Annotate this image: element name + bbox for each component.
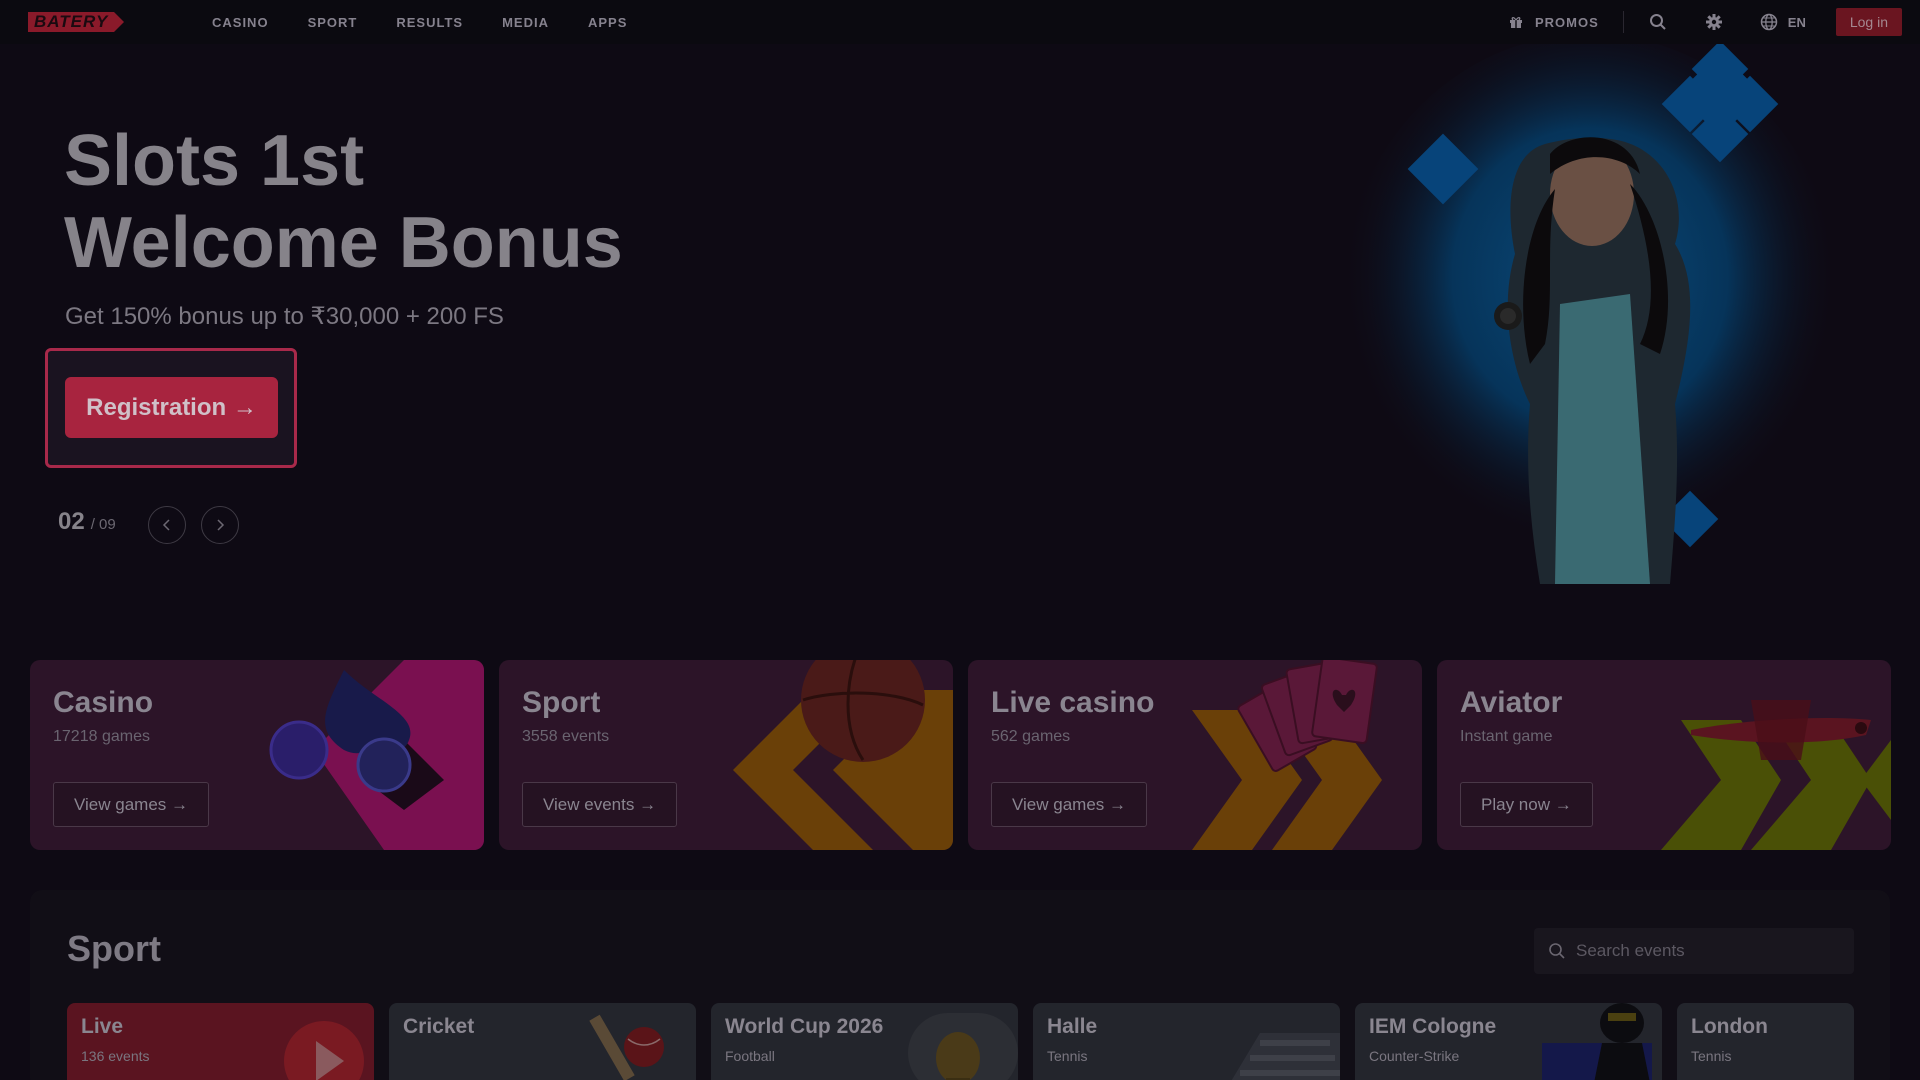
nav-sport[interactable]: SPORT: [308, 15, 358, 30]
hero-title: Slots 1st Welcome Bonus: [64, 120, 623, 284]
category-subtitle: 562 games: [991, 728, 1071, 745]
sport-card-cricket[interactable]: Cricket: [389, 1003, 696, 1080]
slide-total: / 09: [90, 516, 116, 533]
nav-right: PROMOS EN Log in: [1509, 0, 1902, 44]
category-card-casino[interactable]: Casino 17218 games View games →: [30, 660, 484, 850]
sport-card-london[interactable]: London Tennis: [1677, 1003, 1854, 1080]
playing-cards-illustration: [1192, 660, 1382, 850]
chevron-right-icon: [217, 519, 225, 531]
gift-icon: [1509, 17, 1522, 28]
sport-card-title: London: [1691, 1015, 1768, 1038]
sport-card-subtitle: Counter-Strike: [1369, 1048, 1460, 1064]
nav-apps[interactable]: APPS: [588, 15, 627, 30]
search-icon: [1649, 14, 1666, 30]
view-games-button[interactable]: View games →: [991, 782, 1148, 827]
sport-card-title: Halle: [1047, 1015, 1098, 1038]
chevron-left-icon: [162, 519, 170, 531]
category-subtitle: Instant game: [1460, 728, 1553, 745]
language-label: EN: [1787, 14, 1806, 30]
hero-model-illustration: [1340, 44, 1830, 584]
play-icon: [284, 1021, 364, 1080]
category-title: Sport: [522, 686, 601, 719]
slide-prev-button[interactable]: [148, 506, 186, 544]
nav-divider: [1622, 11, 1624, 33]
category-card-sport[interactable]: Sport 3558 events View events →: [499, 660, 953, 850]
basketball-illustration: [733, 660, 953, 850]
sport-card-live[interactable]: Live 136 events: [67, 1003, 374, 1080]
search-button[interactable]: [1648, 12, 1668, 32]
play-now-button[interactable]: Play now →: [1460, 782, 1593, 827]
category-card-live-casino[interactable]: Live casino 562 games View games →: [968, 660, 1422, 850]
search-icon: [1549, 943, 1565, 959]
sport-card-title: Cricket: [403, 1015, 475, 1038]
esports-player-icon: [1542, 1003, 1652, 1080]
sport-card-subtitle: Football: [725, 1048, 775, 1064]
category-title: Aviator: [1460, 686, 1563, 719]
trophy-icon: [908, 1013, 1018, 1080]
nav-results[interactable]: RESULTS: [396, 15, 463, 30]
hero-title-line2: Welcome Bonus: [64, 203, 623, 283]
sport-card-title: IEM Cologne: [1369, 1015, 1497, 1038]
atp-logo-icon: [1231, 1033, 1340, 1080]
main-nav: CASINO SPORT RESULTS MEDIA APPS: [212, 0, 666, 44]
sport-card-iem-cologne[interactable]: IEM Cologne Counter-Strike: [1355, 1003, 1662, 1080]
view-events-button[interactable]: View events →: [522, 782, 678, 827]
top-navbar: BATERY CASINO SPORT RESULTS MEDIA APPS P…: [0, 0, 1920, 44]
language-selector[interactable]: EN: [1760, 13, 1806, 31]
cricket-ball-icon: [589, 1014, 664, 1080]
logo-text: BATERY: [28, 12, 115, 32]
sport-card-world-cup[interactable]: World Cup 2026 Football: [711, 1003, 1018, 1080]
sport-card-halle[interactable]: Halle Tennis: [1033, 1003, 1340, 1080]
airplane-illustration: [1661, 700, 1891, 850]
gear-icon: [1705, 14, 1722, 30]
category-subtitle: 17218 games: [53, 728, 150, 745]
settings-button[interactable]: [1704, 12, 1724, 32]
sport-card-title: World Cup 2026: [725, 1015, 884, 1038]
sport-section: Sport Live 136 events Cricket World Cup …: [30, 890, 1890, 1080]
login-button[interactable]: Log in: [1835, 8, 1902, 36]
nav-media[interactable]: MEDIA: [502, 15, 549, 30]
category-subtitle: 3558 events: [522, 728, 610, 745]
view-games-button[interactable]: View games →: [53, 782, 210, 827]
sport-card-subtitle: Tennis: [1047, 1048, 1088, 1064]
casino-suits-illustration: [269, 660, 484, 850]
category-title: Live casino: [991, 686, 1155, 719]
category-title: Casino: [53, 686, 154, 719]
category-card-aviator[interactable]: Aviator Instant game Play now →: [1437, 660, 1891, 850]
sport-card-title: Live: [81, 1015, 124, 1038]
promos-label: PROMOS: [1534, 14, 1599, 30]
promos-link[interactable]: PROMOS: [1509, 15, 1599, 30]
logo-arrow-icon: [114, 12, 125, 32]
sport-card-subtitle: Tennis: [1691, 1048, 1732, 1064]
hero-title-line1: Slots 1st: [64, 121, 365, 201]
search-events-box[interactable]: [1534, 928, 1854, 974]
globe-icon: [1760, 13, 1778, 31]
search-events-input[interactable]: [1576, 941, 1836, 961]
logo[interactable]: BATERY: [28, 11, 166, 33]
slide-next-button[interactable]: [201, 506, 239, 544]
nav-casino[interactable]: CASINO: [212, 15, 269, 30]
registration-button[interactable]: Registration →: [65, 377, 278, 438]
sport-section-title: Sport: [67, 928, 161, 969]
hero-subtitle: Get 150% bonus up to ₹30,000 + 200 FS: [65, 303, 504, 330]
sport-card-subtitle: 136 events: [81, 1048, 150, 1064]
slide-current: 02: [58, 508, 85, 535]
slide-counter: 02 / 09: [58, 508, 116, 536]
